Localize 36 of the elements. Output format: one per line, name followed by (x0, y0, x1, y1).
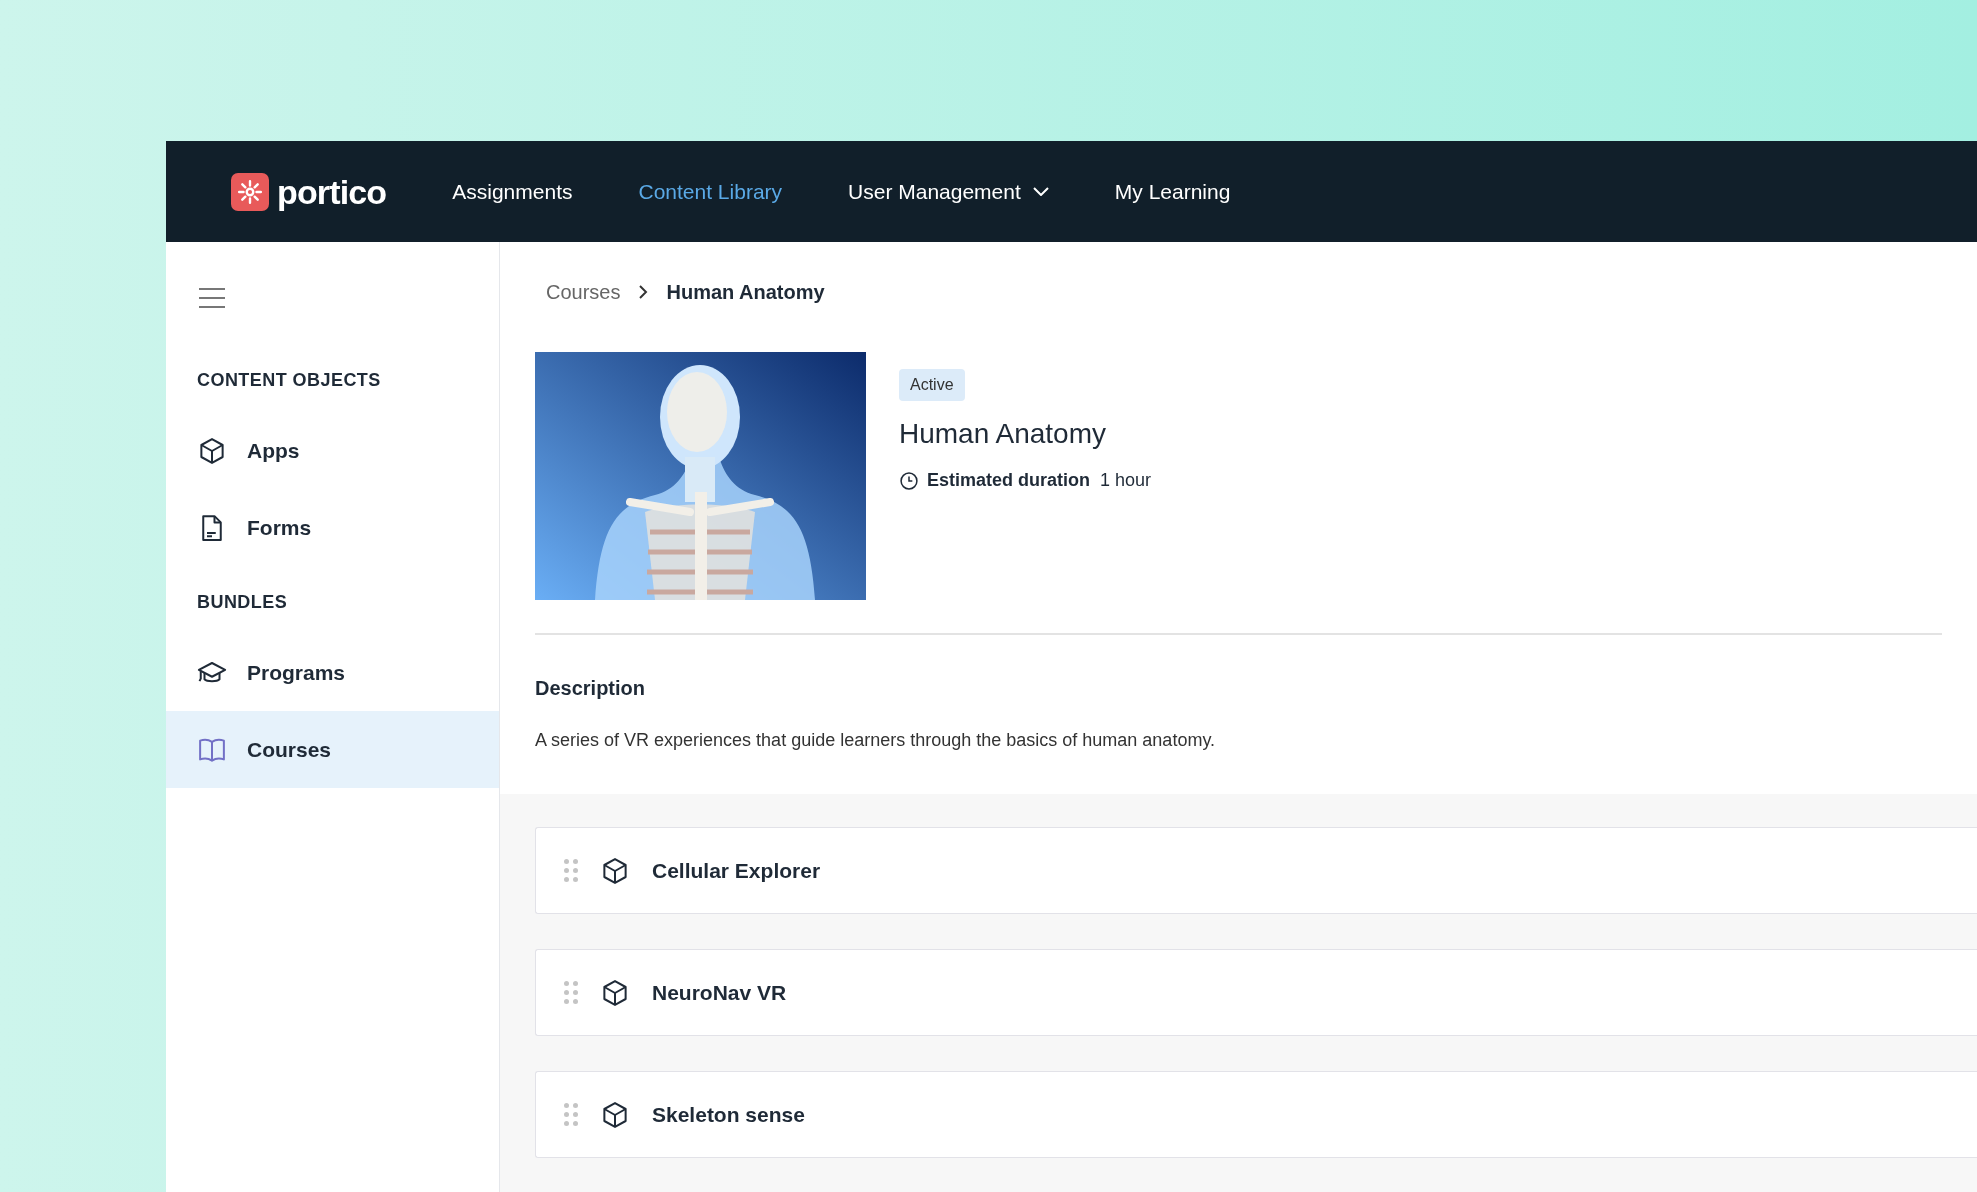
logo-mark-icon (231, 172, 269, 211)
content-item-card[interactable]: NeuroNav VR (535, 949, 1977, 1036)
sidebar-item[interactable]: Programs (166, 634, 499, 711)
cube-icon (600, 855, 630, 886)
description-heading: Description (535, 676, 647, 701)
drag-handle-icon[interactable] (564, 858, 578, 883)
item-title: Skeleton sense (652, 1101, 805, 1128)
section-heading: BUNDLES (196, 590, 289, 614)
nav-link[interactable]: Content Library (638, 175, 783, 208)
cube-icon (600, 1099, 630, 1130)
nav-link[interactable]: My Learning (1114, 175, 1231, 208)
breadcrumb-link[interactable]: Courses (546, 277, 621, 307)
content-item-card[interactable]: Cellular Explorer (535, 827, 1977, 914)
cube-icon (197, 435, 227, 466)
sidebar-item[interactable]: Apps (166, 412, 499, 489)
duration-value: 1 hour (1100, 469, 1152, 492)
logo-wordmark: portico (277, 174, 387, 209)
drag-handle-icon[interactable] (564, 1102, 578, 1127)
content-item-card[interactable]: Skeleton sense (535, 1071, 1977, 1158)
sidebar-item[interactable]: Courses (166, 711, 499, 788)
status-badge: Active (899, 369, 965, 401)
breadcrumb-current-page: Human Anatomy (666, 280, 825, 305)
cube-icon (600, 977, 630, 1008)
item-title: Cellular Explorer (652, 857, 821, 884)
item-title: NeuroNav VR (652, 979, 787, 1006)
section-heading: CONTENT OBJECTS (196, 368, 382, 392)
sidebar-item[interactable]: Forms (166, 489, 499, 566)
drag-handle-icon[interactable] (564, 980, 578, 1005)
duration-label: Estimated duration (927, 469, 1091, 492)
course-title: Human Anatomy (899, 417, 1106, 451)
nav-link[interactable]: User Management (848, 175, 1049, 208)
nav-link[interactable]: Assignments (452, 175, 573, 208)
menu-button[interactable] (199, 288, 225, 308)
description-text: A series of VR experiences that guide learners through the basics of human anatomy. (535, 729, 1217, 752)
clock-icon (899, 470, 919, 491)
chevron-down-icon (1032, 187, 1049, 196)
